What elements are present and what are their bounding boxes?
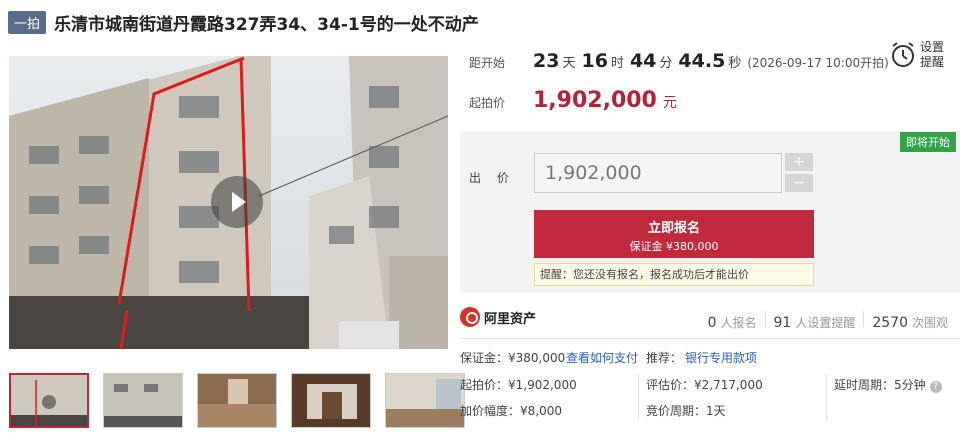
main-photo[interactable] xyxy=(9,56,448,349)
page-title: 乐清市城南街道丹霞路327弄34、34-1号的一处不动产 xyxy=(54,14,479,35)
thumbnail-5[interactable] xyxy=(385,373,465,428)
platform-name: 阿里资产 xyxy=(484,311,537,327)
signup-label: 立即报名 xyxy=(647,221,700,236)
bank-funds-link[interactable]: 银行专用款项 xyxy=(685,349,757,366)
platform-logo[interactable]: 阿里资产 xyxy=(460,307,536,327)
thumbnail-4[interactable] xyxy=(291,373,371,428)
thumbnail-3[interactable] xyxy=(197,373,277,428)
thumbnail-strip xyxy=(9,373,479,428)
bid-panel: 即将开始 出 价 1,902,000 + − 立即报名 保证金 ¥380,000… xyxy=(460,131,960,293)
start-price-unit: 元 xyxy=(662,95,677,111)
reminder-count-label: 人设置提醒 xyxy=(795,316,856,330)
bid-label: 出 价 xyxy=(469,171,515,185)
title-row: 一拍 乐清市城南街道丹霞路327弄34、34-1号的一处不动产 xyxy=(8,10,479,35)
signup-tip: 提醒：您还没有报名，报名成功后才能出价 xyxy=(534,263,814,286)
countdown-label: 距开始 xyxy=(469,56,506,70)
start-price-row: 起拍价 1,902,000 元 xyxy=(469,88,677,113)
divider xyxy=(638,374,639,420)
countdown-hours-unit: 时 xyxy=(610,56,624,71)
start-datetime: (2026-09-17 10:00开拍) xyxy=(747,56,889,70)
start-price-value: 1,902,000 xyxy=(533,88,657,113)
countdown-row: 距开始 23 天 16 时 44 分 44.5 秒 (2026-09-17 10… xyxy=(469,50,889,72)
countdown-minutes-unit: 分 xyxy=(659,56,673,71)
decrease-bid-button[interactable]: − xyxy=(785,174,813,192)
thumbnail-2[interactable] xyxy=(103,373,183,428)
divider xyxy=(863,311,865,327)
auction-round-badge: 一拍 xyxy=(8,10,47,34)
reminder-count: 91 xyxy=(773,315,792,331)
countdown-days: 23 xyxy=(533,50,560,72)
detail-increment: 加价幅度：¥8,000 xyxy=(460,404,562,418)
play-video-button[interactable] xyxy=(211,176,263,228)
signup-count-label: 人报名 xyxy=(720,316,757,330)
thumbnail-1[interactable] xyxy=(9,373,89,428)
set-reminder-label: 设置提醒 xyxy=(920,40,945,69)
increase-bid-button[interactable]: + xyxy=(785,153,813,171)
alarm-clock-icon xyxy=(892,42,914,67)
deposit-info: 保证金：¥380,000 xyxy=(460,351,566,365)
how-to-pay-link[interactable]: 查看如何支付 xyxy=(566,349,638,366)
help-icon[interactable]: ? xyxy=(929,381,942,393)
bid-amount-input[interactable]: 1,902,000 xyxy=(534,153,782,193)
countdown-seconds-unit: 秒 xyxy=(728,56,742,71)
signup-count: 0 xyxy=(707,315,717,331)
platform-row: 阿里资产 0 人报名 91 人设置提醒 2570 次围观 xyxy=(460,299,960,339)
divider xyxy=(764,311,766,327)
auction-stats: 0 人报名 91 人设置提醒 2570 次围观 xyxy=(708,311,948,331)
status-badge: 即将开始 xyxy=(900,132,956,152)
countdown-minutes: 44 xyxy=(629,50,657,72)
delay-period-text: 延时周期：5分钟 xyxy=(834,378,926,392)
detail-start-price: 起拍价：¥1,902,000 xyxy=(460,378,577,392)
countdown-days-unit: 天 xyxy=(562,56,576,71)
view-count: 2570 xyxy=(872,315,908,331)
signup-button[interactable]: 立即报名 保证金 ¥380,000 xyxy=(534,210,814,258)
signup-deposit: 保证金 ¥380,000 xyxy=(629,240,719,253)
detail-bid-cycle: 竞价周期：1天 xyxy=(646,404,726,418)
countdown-hours: 16 xyxy=(581,50,608,72)
divider xyxy=(826,374,827,420)
set-reminder-button[interactable]: 设置提醒 xyxy=(890,40,948,70)
countdown-seconds: 44.5 xyxy=(678,50,726,72)
view-count-label: 次围观 xyxy=(911,316,948,330)
ali-assets-logo-icon xyxy=(460,307,480,327)
detail-delay-period: 延时周期：5分钟? xyxy=(834,376,942,393)
detail-valuation: 评估价：¥2,717,000 xyxy=(646,378,763,392)
recommend-label: 推荐： xyxy=(646,351,683,365)
start-price-label: 起拍价 xyxy=(469,96,506,110)
